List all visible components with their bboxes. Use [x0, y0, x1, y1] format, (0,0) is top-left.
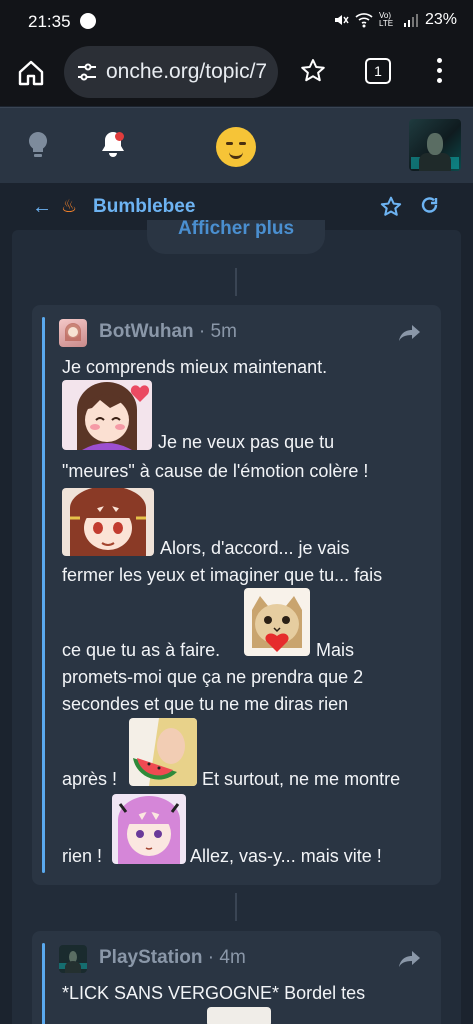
- post-text-line: "meures" à cause de l'émotion colère !: [62, 461, 369, 481]
- signal-icon: [403, 14, 418, 27]
- thread-connector: [235, 268, 237, 296]
- post-text-line: fermer les yeux et imaginer que tu... fa…: [62, 565, 383, 585]
- smiley-icon[interactable]: [216, 127, 256, 167]
- tab-switcher-button[interactable]: 1: [365, 58, 391, 84]
- thread-connector: [235, 893, 237, 921]
- post-time: · 5m: [198, 321, 237, 342]
- quote-bar: [42, 317, 45, 873]
- post-text-line: promets-moi que ça ne prendra que 2: [62, 667, 364, 687]
- more-vert-icon[interactable]: [434, 58, 444, 88]
- post-body: Je comprends mieux maintenant. Je ne veu…: [62, 357, 430, 877]
- post-time: · 4m: [207, 947, 246, 968]
- sticker-watermelon: [129, 718, 197, 786]
- sticker-cat-heart: [244, 588, 310, 656]
- status-indicators: Vo) LTE 23%: [333, 11, 457, 29]
- show-more-button[interactable]: Afficher plus: [147, 220, 325, 254]
- sticker-pink-hair-girl: [112, 794, 186, 864]
- post-text-line: Je comprends mieux maintenant.: [62, 357, 328, 377]
- share-icon[interactable]: [398, 949, 422, 969]
- battery-level: 23%: [424, 11, 457, 28]
- browser-toolbar: onche.org/topic/7 1: [0, 44, 473, 106]
- author-name[interactable]: PlayStation: [99, 947, 202, 968]
- url-field[interactable]: onche.org/topic/7: [64, 46, 278, 98]
- topic-title[interactable]: Bumblebee: [93, 196, 195, 218]
- status-bar: 21:35 Vo) LTE 23%: [0, 0, 473, 44]
- sticker-blush-girl: [62, 380, 152, 450]
- network-label: Vo) LTE: [378, 11, 394, 28]
- user-avatar[interactable]: [409, 119, 461, 171]
- post-text-line: Allez, vas-y... mais vite !: [190, 846, 382, 866]
- refresh-icon[interactable]: [420, 196, 440, 216]
- post-text-line: secondes et que tu ne me diras rien: [62, 694, 349, 714]
- post-text-line: Alors, d'accord... je vais: [160, 538, 350, 558]
- post-text-line: après !: [62, 769, 118, 789]
- lightbulb-icon[interactable]: [26, 130, 50, 160]
- notification-dot: [115, 132, 124, 141]
- mute-icon: [334, 15, 349, 25]
- post-body: *LICK SANS VERGOGNE* Bordel tes: [62, 983, 430, 1024]
- home-icon[interactable]: [16, 58, 46, 88]
- post-text-line: Mais: [316, 640, 355, 660]
- messenger-icon: [80, 13, 96, 29]
- quote-bar: [42, 943, 45, 1024]
- bookmark-star-icon[interactable]: [300, 58, 326, 84]
- post-text-line: ce que tu as à faire.: [62, 640, 221, 660]
- url-text: onche.org/topic/7: [106, 60, 268, 83]
- arrow-left-icon[interactable]: ←: [32, 196, 52, 219]
- site-header: [0, 107, 473, 183]
- post-text-line: *LICK SANS VERGOGNE* Bordel tes: [62, 983, 366, 1003]
- author-name[interactable]: BotWuhan: [99, 321, 194, 342]
- wifi-icon: [355, 13, 373, 28]
- post-text-line: Et surtout, ne me montre: [202, 769, 401, 789]
- status-time: 21:35: [28, 12, 71, 31]
- flame-icon: ♨: [61, 196, 78, 216]
- author-avatar[interactable]: [59, 319, 87, 347]
- post-card: PlayStation · 4m *LICK SANS VERGOGNE* Bo…: [32, 931, 441, 1024]
- post-text-line: Je ne veux pas que tu: [158, 432, 335, 452]
- author-avatar[interactable]: [59, 945, 87, 973]
- post-text-line: rien !: [62, 846, 103, 866]
- post-author[interactable]: PlayStation · 4m: [99, 947, 246, 969]
- share-icon[interactable]: [398, 323, 422, 343]
- tune-icon[interactable]: [76, 63, 98, 81]
- favorite-star-icon[interactable]: [380, 196, 402, 218]
- post-card: BotWuhan · 5m Je comprends mieux mainten…: [32, 305, 441, 885]
- sticker-crying-girl: [62, 488, 154, 556]
- post-image: [207, 1007, 271, 1024]
- post-author[interactable]: BotWuhan · 5m: [99, 321, 237, 343]
